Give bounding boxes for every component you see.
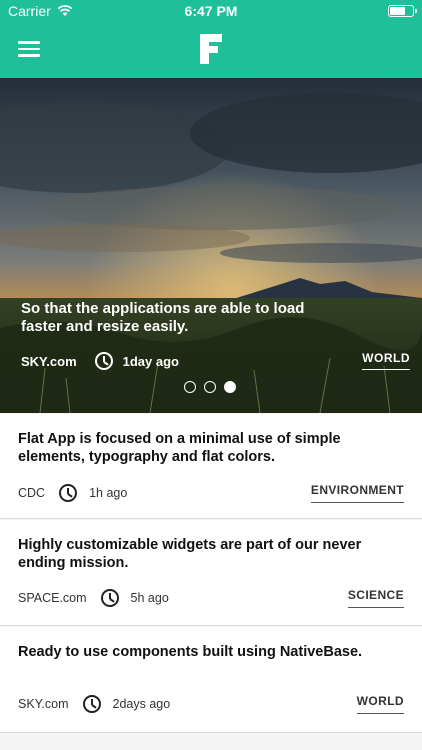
carousel-dot-1[interactable] xyxy=(184,381,196,393)
battery-level xyxy=(390,7,405,15)
article-meta: SPACE.com 5h ago xyxy=(18,589,169,607)
battery-icon xyxy=(388,5,417,17)
status-time: 6:47 PM xyxy=(184,3,238,19)
article-source: CDC xyxy=(18,486,46,500)
hamburger-menu-icon[interactable] xyxy=(18,41,40,57)
hero-source: SKY.com xyxy=(21,353,77,369)
carousel-dot-3[interactable] xyxy=(224,381,236,393)
article-category-tag[interactable]: ENVIRONMENT xyxy=(310,483,404,503)
hero-category-tag[interactable]: WORLD xyxy=(362,351,410,370)
clock-icon xyxy=(100,589,119,607)
app-header xyxy=(0,22,422,78)
list-item[interactable]: Flat App is focused on a minimal use of … xyxy=(0,414,422,519)
carousel-pagination xyxy=(184,381,236,393)
article-source: SKY.com xyxy=(18,697,69,711)
clock-icon xyxy=(59,484,78,502)
list-item[interactable]: Highly customizable widgets are part of … xyxy=(0,520,422,626)
clock-icon xyxy=(94,352,113,370)
hero-headline[interactable]: So that the applications are able to loa… xyxy=(21,300,321,336)
status-bar: Carrier 6:47 PM xyxy=(0,0,422,22)
article-source: SPACE.com xyxy=(18,591,87,605)
article-time: 2days ago xyxy=(112,697,171,711)
list-item[interactable]: Ready to use components built using Nati… xyxy=(0,627,422,733)
article-time: 1h ago xyxy=(89,486,128,500)
carousel-dot-2[interactable] xyxy=(204,381,216,393)
hero-meta: SKY.com 1day ago xyxy=(21,352,179,370)
article-time: 5h ago xyxy=(130,591,169,605)
article-title[interactable]: Flat App is focused on a minimal use of … xyxy=(18,430,408,466)
article-title[interactable]: Highly customizable widgets are part of … xyxy=(18,536,408,572)
article-title[interactable]: Ready to use components built using Nati… xyxy=(18,643,408,661)
article-category-tag[interactable]: WORLD xyxy=(356,694,404,714)
app-logo xyxy=(200,34,222,64)
article-meta: SKY.com 2days ago xyxy=(18,695,170,713)
hero-time: 1day ago xyxy=(122,353,179,369)
article-category-tag[interactable]: SCIENCE xyxy=(347,588,404,608)
clock-icon xyxy=(82,695,101,713)
featured-carousel[interactable]: So that the applications are able to loa… xyxy=(0,78,422,413)
article-meta: CDC 1h ago xyxy=(18,484,127,502)
